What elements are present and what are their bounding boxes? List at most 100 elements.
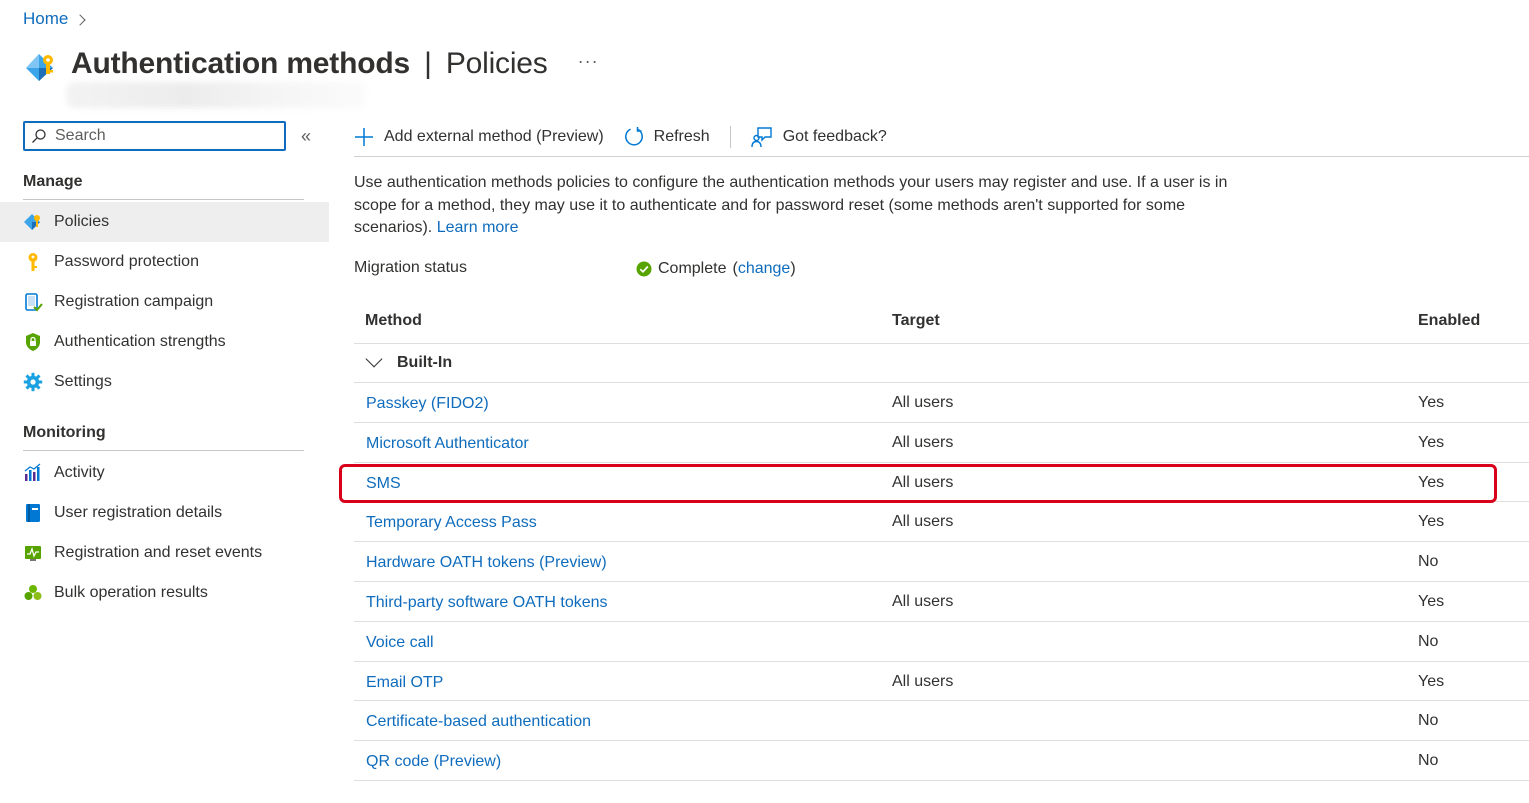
divider: [23, 199, 304, 200]
more-options-button[interactable]: ···: [578, 51, 599, 72]
enabled-cell: Yes: [1418, 673, 1445, 690]
sidebar-item-label: Policies: [54, 213, 110, 230]
target-cell: All users: [892, 513, 954, 530]
chevron-down-icon: [365, 350, 383, 368]
search-icon: [32, 129, 46, 143]
sidebar-item-activity[interactable]: Activity: [0, 453, 329, 493]
sidebar-item-label: Bulk operation results: [54, 584, 208, 601]
book-icon: [23, 503, 43, 523]
refresh-label: Refresh: [653, 128, 710, 145]
row-divider: [354, 462, 1529, 463]
sidebar-item-label: Password protection: [54, 253, 199, 270]
migration-status-text: Complete: [658, 260, 727, 277]
column-header-enabled[interactable]: Enabled: [1418, 312, 1480, 330]
divider: [23, 450, 304, 451]
feedback-icon: [750, 127, 772, 148]
registration-campaign-icon: [23, 292, 43, 312]
row-divider: [354, 343, 1529, 344]
sidebar-item-policies[interactable]: Policies: [0, 202, 329, 242]
method-link[interactable]: Voice call: [366, 634, 434, 652]
breadcrumb-home-link[interactable]: Home: [23, 9, 68, 29]
shield-icon: [23, 332, 43, 352]
sidebar-item-label: Registration campaign: [54, 293, 214, 310]
page-header: Authentication methods | Policies ···: [22, 42, 599, 86]
enabled-cell: No: [1418, 553, 1439, 570]
method-link[interactable]: Third-party software OATH tokens: [366, 594, 608, 612]
sidebar-item-label: Registration and reset events: [54, 544, 263, 561]
target-cell: All users: [892, 394, 954, 411]
authentication-methods-icon: [26, 54, 53, 81]
row-divider: [354, 700, 1529, 701]
refresh-icon: [624, 127, 643, 146]
method-link[interactable]: Email OTP: [366, 674, 443, 692]
feedback-button[interactable]: Got feedback?: [750, 126, 887, 148]
add-external-method-button[interactable]: Add external method (Preview): [354, 127, 604, 147]
sidebar-item-registration-campaign[interactable]: Registration campaign: [0, 282, 329, 322]
sidebar-item-label: Authentication strengths: [54, 333, 226, 350]
refresh-button[interactable]: Refresh: [624, 126, 710, 148]
sidebar-item-user-registration-details[interactable]: User registration details: [0, 493, 329, 533]
row-divider: [354, 581, 1529, 582]
redacted-subtitle: [66, 82, 366, 108]
description: Use authentication methods policies to c…: [354, 172, 1254, 240]
breadcrumb: Home: [23, 9, 87, 29]
sidebar-search[interactable]: [23, 121, 286, 151]
enabled-cell: Yes: [1418, 394, 1445, 411]
add-external-method-label: Add external method (Preview): [384, 128, 604, 145]
target-cell: All users: [892, 673, 954, 690]
chevron-right-icon: [74, 13, 87, 26]
cubes-icon: [23, 583, 43, 603]
sidebar-item-settings[interactable]: Settings: [0, 362, 329, 402]
sidebar-item-label: Settings: [54, 373, 112, 390]
sidebar-item-registration-and-reset-events[interactable]: Registration and reset events: [0, 533, 329, 573]
sidebar-item-authentication-strengths[interactable]: Authentication strengths: [0, 322, 329, 362]
row-divider: [354, 541, 1529, 542]
column-header-method[interactable]: Method: [365, 312, 422, 330]
check-circle-icon: [636, 261, 652, 277]
toolbar-separator: [729, 126, 731, 148]
enabled-cell: No: [1418, 752, 1439, 769]
row-divider: [354, 382, 1529, 383]
method-link[interactable]: Microsoft Authenticator: [366, 435, 529, 453]
migration-status-label: Migration status: [354, 259, 467, 276]
migration-change-link[interactable]: change: [738, 260, 791, 278]
method-link[interactable]: Temporary Access Pass: [366, 514, 537, 532]
row-divider: [354, 780, 1529, 781]
collapse-sidebar-button[interactable]: «: [301, 126, 311, 147]
enabled-cell: No: [1418, 712, 1439, 729]
plus-icon: [355, 128, 373, 146]
monitoring-heading: Monitoring: [23, 424, 106, 441]
row-divider: [354, 621, 1529, 622]
search-input[interactable]: [55, 127, 275, 145]
page-title-main: Authentication methods: [71, 47, 410, 80]
manage-heading: Manage: [23, 173, 83, 190]
enabled-cell: Yes: [1418, 513, 1445, 530]
page-title: Authentication methods | Policies: [71, 47, 548, 81]
divider: [354, 156, 1529, 157]
command-bar: Add external method (Preview) Refresh Go…: [354, 119, 907, 155]
target-cell: All users: [892, 593, 954, 610]
sms-highlight-box: [339, 464, 1497, 503]
policies-icon: [23, 212, 43, 232]
sidebar-item-password-protection[interactable]: Password protection: [0, 242, 329, 282]
events-monitor-icon: [23, 543, 43, 563]
column-header-target[interactable]: Target: [892, 312, 940, 330]
method-link[interactable]: Passkey (FIDO2): [366, 395, 489, 413]
method-link[interactable]: Certificate-based authentication: [366, 713, 591, 731]
page-title-sub: Policies: [445, 47, 548, 80]
row-divider: [354, 740, 1529, 741]
method-link[interactable]: Hardware OATH tokens (Preview): [366, 554, 607, 572]
migration-close-paren: ): [790, 260, 796, 277]
page-title-separator: |: [424, 47, 432, 80]
learn-more-link[interactable]: Learn more: [437, 219, 519, 236]
key-icon: [23, 252, 43, 272]
activity-chart-icon: [23, 463, 43, 483]
group-label: Built-In: [397, 354, 453, 371]
group-header-built-in[interactable]: Built-In: [364, 350, 453, 372]
gear-icon: [23, 372, 43, 392]
method-link[interactable]: QR code (Preview): [366, 753, 501, 771]
feedback-label: Got feedback?: [782, 128, 887, 145]
target-cell: All users: [892, 434, 954, 451]
migration-status-value: Complete ( change ): [636, 260, 796, 278]
sidebar-item-bulk-operation-results[interactable]: Bulk operation results: [0, 573, 329, 613]
